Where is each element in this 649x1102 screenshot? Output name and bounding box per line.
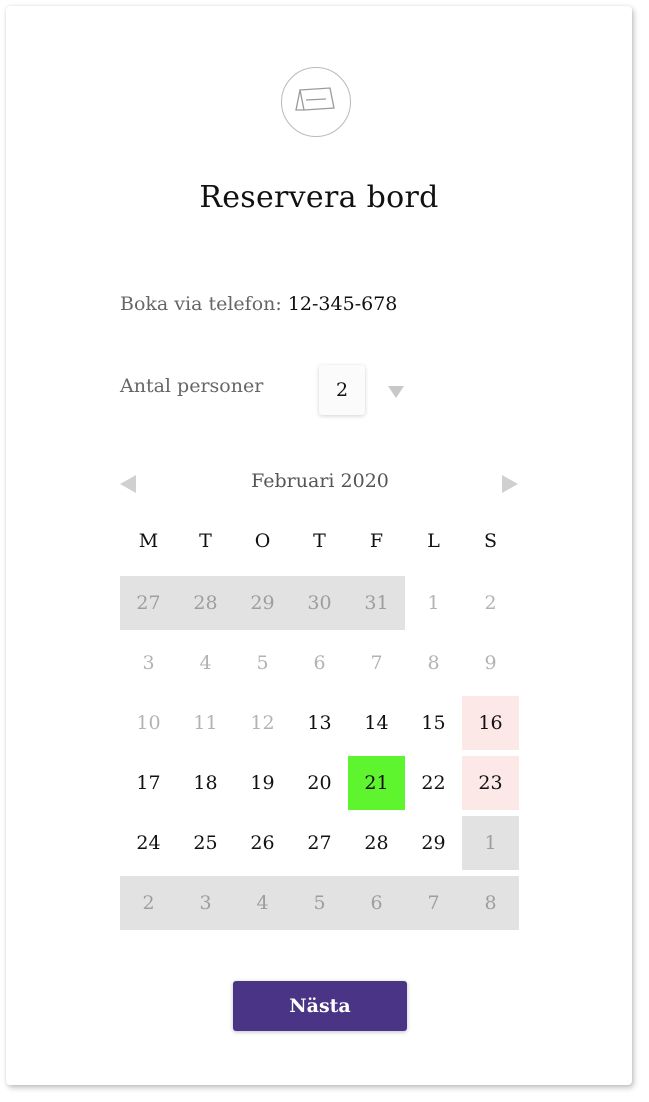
weekday-label: O xyxy=(254,530,271,552)
phone-label: Boka via telefon: xyxy=(120,293,282,315)
calendar-day-past: 3 xyxy=(142,652,155,674)
calendar-day-available[interactable]: 29 xyxy=(405,816,462,870)
next-button[interactable]: Nästa xyxy=(233,981,407,1031)
calendar-grid: 27 28 29 30 31 1 2 3 4 5 6 7 8 9 10 11 12 13 14 15 16 17 18 19 2… xyxy=(120,576,519,936)
calendar-day-outside: 3 xyxy=(177,876,234,930)
calendar-day-outside: 6 xyxy=(348,876,405,930)
calendar-day-past: 7 xyxy=(370,652,383,674)
weekday-label: T xyxy=(313,530,326,552)
calendar-day-available[interactable]: 20 xyxy=(291,756,348,810)
month-label: Februari 2020 xyxy=(251,470,389,492)
calendar-day-available[interactable]: 15 xyxy=(405,696,462,750)
calendar-day-past: 1 xyxy=(427,592,440,614)
calendar-day-available[interactable]: 14 xyxy=(348,696,405,750)
calendar-day-outside: 1 xyxy=(462,816,519,870)
persons-label: Antal personer xyxy=(120,375,264,397)
calendar-day-past: 6 xyxy=(313,652,326,674)
calendar-day-outside: 5 xyxy=(291,876,348,930)
calendar-day-weekend: 23 xyxy=(462,756,519,810)
calendar-day-past: 10 xyxy=(136,712,161,734)
calendar-day-available[interactable]: 18 xyxy=(177,756,234,810)
weekday-header: MTOTFLS xyxy=(120,530,519,560)
calendar-day-past: 5 xyxy=(256,652,269,674)
weekday-label: S xyxy=(483,530,498,552)
calendar-day-outside: 30 xyxy=(291,576,348,630)
chevron-down-icon[interactable] xyxy=(388,386,404,398)
calendar-day-past: 4 xyxy=(199,652,212,674)
calendar-day-available[interactable]: 25 xyxy=(177,816,234,870)
persons-select[interactable]: 2 xyxy=(319,365,365,415)
calendar-day-past: 9 xyxy=(484,652,497,674)
calendar-day-weekend: 16 xyxy=(462,696,519,750)
calendar-day-available[interactable]: 13 xyxy=(291,696,348,750)
calendar-day-outside: 7 xyxy=(405,876,462,930)
calendar-day-outside: 29 xyxy=(234,576,291,630)
table-reservation-card-icon xyxy=(281,67,351,137)
calendar-day-outside: 8 xyxy=(462,876,519,930)
weekday-label: T xyxy=(199,530,212,552)
calendar-day-available[interactable]: 24 xyxy=(120,816,177,870)
calendar-day-outside: 27 xyxy=(120,576,177,630)
calendar-day-selected[interactable]: 21 xyxy=(348,756,405,810)
calendar-day-past: 2 xyxy=(484,592,497,614)
calendar-day-past: 8 xyxy=(427,652,440,674)
weekday-label: M xyxy=(138,530,159,552)
calendar-day-available[interactable]: 22 xyxy=(405,756,462,810)
weekday-label: L xyxy=(427,530,440,552)
calendar-day-available[interactable]: 19 xyxy=(234,756,291,810)
calendar-day-outside: 2 xyxy=(120,876,177,930)
calendar-day-past: 12 xyxy=(250,712,275,734)
phone-booking-info: Boka via telefon: 12-345-678 xyxy=(120,293,397,315)
calendar-day-outside: 31 xyxy=(348,576,405,630)
calendar-day-available[interactable]: 28 xyxy=(348,816,405,870)
weekday-label: F xyxy=(369,530,384,552)
calendar-day-available[interactable]: 26 xyxy=(234,816,291,870)
page-title: Reservera bord xyxy=(199,180,439,215)
next-month-icon[interactable] xyxy=(502,475,518,493)
calendar-day-available[interactable]: 27 xyxy=(291,816,348,870)
calendar-day-outside: 28 xyxy=(177,576,234,630)
reservation-card: Reservera bord Boka via telefon: 12-345-… xyxy=(6,6,632,1085)
calendar-day-available[interactable]: 17 xyxy=(120,756,177,810)
phone-number[interactable]: 12-345-678 xyxy=(288,293,398,315)
calendar-day-past: 11 xyxy=(193,712,218,734)
calendar-day-outside: 4 xyxy=(234,876,291,930)
